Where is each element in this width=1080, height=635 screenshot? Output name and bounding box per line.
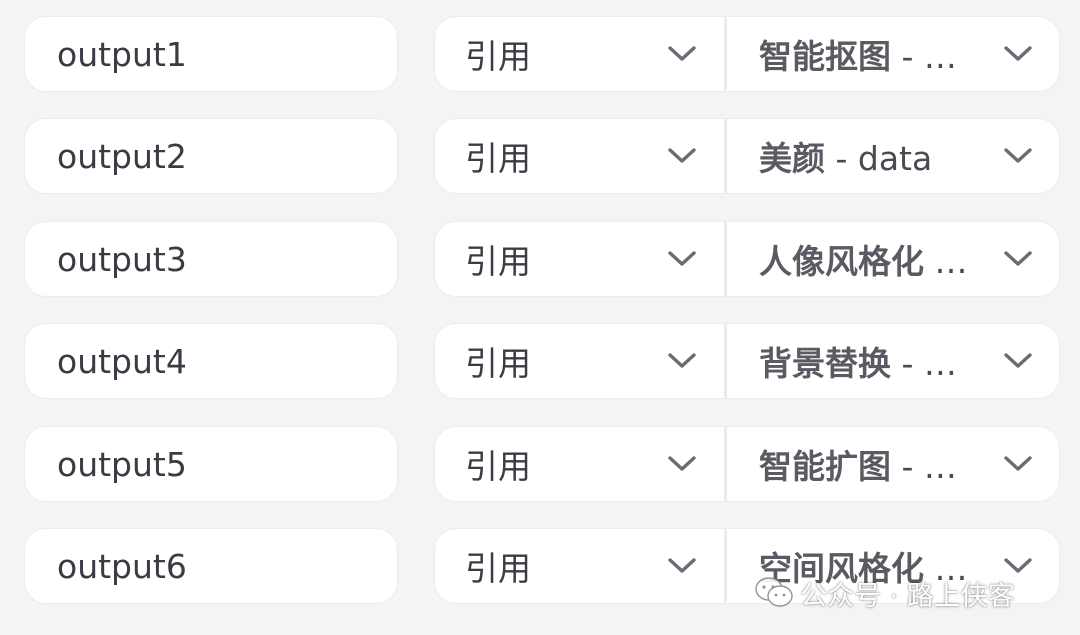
reference-value-label: 背景替换 - data bbox=[759, 344, 975, 383]
output-name: output2 bbox=[57, 136, 187, 176]
chevron-down-icon bbox=[667, 454, 697, 474]
output-name-field[interactable]: output2 bbox=[24, 118, 398, 194]
reference-value-label: 智能抠图 - data bbox=[759, 37, 975, 76]
output-name: output1 bbox=[57, 34, 187, 74]
reference-value-select[interactable]: 人像风格化 - data bbox=[727, 222, 1059, 296]
output-source-combo: 引用 美颜 - data bbox=[434, 118, 1060, 194]
output-name-field[interactable]: output3 bbox=[24, 221, 398, 297]
chevron-down-icon bbox=[667, 44, 697, 64]
chevron-down-icon bbox=[1003, 351, 1033, 371]
output-name-field[interactable]: output1 bbox=[24, 16, 398, 92]
reference-value-select[interactable]: 智能扩图 - data bbox=[727, 427, 1059, 501]
reference-value-label: 智能扩图 - data bbox=[759, 447, 975, 486]
output-mapping-list: output1 引用 智能抠图 - data output2 引用 美颜 - d… bbox=[0, 0, 1080, 635]
output-name-field[interactable]: output4 bbox=[24, 323, 398, 399]
reference-value-label: 人像风格化 - data bbox=[759, 242, 975, 281]
reference-type-select[interactable]: 引用 bbox=[435, 427, 725, 501]
reference-type-select[interactable]: 引用 bbox=[435, 119, 725, 193]
watermark-text: 公众号 · 路上侠客 bbox=[800, 580, 1015, 612]
chevron-down-icon bbox=[1003, 44, 1033, 64]
output-row: output1 引用 智能抠图 - data bbox=[24, 16, 1060, 94]
reference-type-select[interactable]: 引用 bbox=[435, 17, 725, 91]
reference-type-label: 引用 bbox=[465, 37, 531, 76]
output-source-combo: 引用 人像风格化 - data bbox=[434, 221, 1060, 297]
chevron-down-icon bbox=[1003, 454, 1033, 474]
reference-value-select[interactable]: 美颜 - data bbox=[727, 119, 1059, 193]
reference-type-label: 引用 bbox=[465, 447, 531, 486]
reference-type-select[interactable]: 引用 bbox=[435, 324, 725, 398]
output-source-combo: 引用 背景替换 - data bbox=[434, 323, 1060, 399]
chevron-down-icon bbox=[667, 556, 697, 576]
output-row: output2 引用 美颜 - data bbox=[24, 118, 1060, 196]
output-source-combo: 引用 智能扩图 - data bbox=[434, 426, 1060, 502]
output-name: output5 bbox=[57, 444, 187, 484]
chevron-down-icon bbox=[1003, 249, 1033, 269]
reference-value-select[interactable]: 智能抠图 - data bbox=[727, 17, 1059, 91]
chevron-down-icon bbox=[1003, 146, 1033, 166]
reference-type-label: 引用 bbox=[465, 549, 531, 588]
chevron-down-icon bbox=[667, 249, 697, 269]
reference-type-label: 引用 bbox=[465, 344, 531, 383]
watermark: 公众号 · 路上侠客 bbox=[754, 573, 1015, 613]
reference-value-select[interactable]: 背景替换 - data bbox=[727, 324, 1059, 398]
output-name-field[interactable]: output6 bbox=[24, 528, 398, 604]
output-row: output5 引用 智能扩图 - data bbox=[24, 426, 1060, 504]
wechat-icon bbox=[754, 576, 794, 610]
reference-type-select[interactable]: 引用 bbox=[435, 529, 725, 603]
output-source-combo: 引用 智能抠图 - data bbox=[434, 16, 1060, 92]
output-row: output4 引用 背景替换 - data bbox=[24, 323, 1060, 401]
chevron-down-icon bbox=[667, 146, 697, 166]
reference-value-label: 美颜 - data bbox=[759, 139, 933, 178]
reference-type-select[interactable]: 引用 bbox=[435, 222, 725, 296]
output-name-field[interactable]: output5 bbox=[24, 426, 398, 502]
output-row: output3 引用 人像风格化 - data bbox=[24, 221, 1060, 299]
output-name: output6 bbox=[57, 546, 187, 586]
reference-type-label: 引用 bbox=[465, 139, 531, 178]
output-name: output4 bbox=[57, 341, 187, 381]
reference-type-label: 引用 bbox=[465, 242, 531, 281]
output-name: output3 bbox=[57, 239, 187, 279]
chevron-down-icon bbox=[667, 351, 697, 371]
